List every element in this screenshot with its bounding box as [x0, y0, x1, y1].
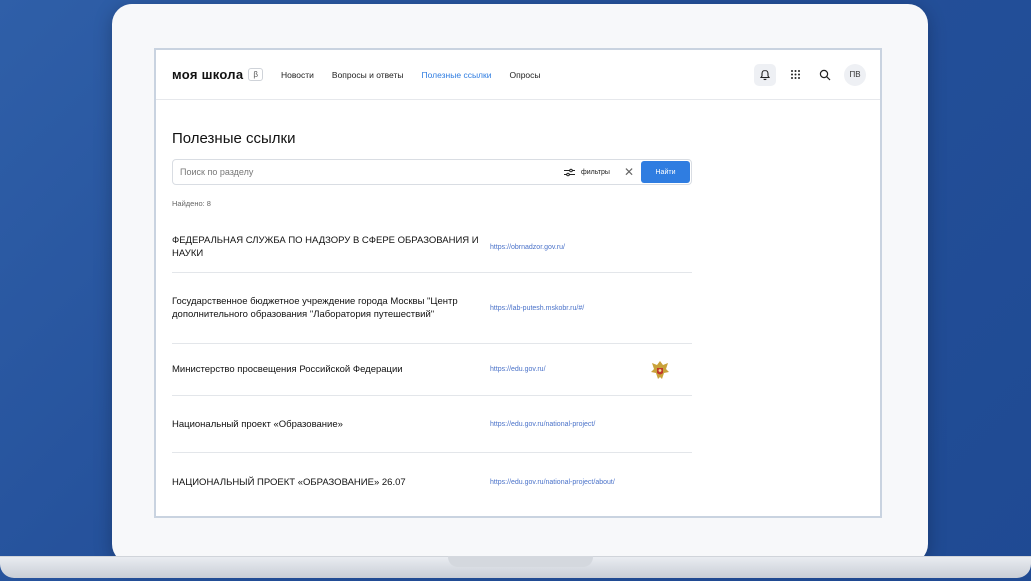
link-title: Национальный проект «Образование» — [172, 418, 343, 430]
app-screen: моя школа β Новости Вопросы и ответы Пол… — [154, 48, 882, 518]
logo-text: моя школа — [172, 67, 244, 82]
link-title: ФЕДЕРАЛЬНАЯ СЛУЖБА ПО НАДЗОРУ В СФЕРЕ ОБ… — [172, 235, 479, 259]
nav-faq[interactable]: Вопросы и ответы — [332, 70, 404, 80]
filter-icon — [563, 168, 575, 176]
link-title: НАЦИОНАЛЬНЫЙ ПРОЕКТ «ОБРАЗОВАНИЕ» 26.07 — [172, 476, 406, 488]
nav-polls[interactable]: Опросы — [509, 70, 540, 80]
search-input[interactable] — [180, 167, 564, 177]
main-content: Полезные ссылки фильтры ✕ Найти Найдено:… — [156, 100, 880, 511]
link-url[interactable]: https://edu.gov.ru/national-project/ — [490, 419, 640, 430]
nav-useful-links[interactable]: Полезные ссылки — [422, 70, 492, 80]
link-url[interactable]: https://obrnadzor.gov.ru/ — [490, 242, 640, 253]
link-url[interactable]: https://edu.gov.ru/ — [490, 364, 640, 375]
page-title: Полезные ссылки — [172, 130, 296, 147]
beta-badge: β — [248, 68, 263, 81]
search-bar: фильтры ✕ Найти — [172, 159, 692, 185]
list-item: НАЦИОНАЛЬНЫЙ ПРОЕКТ «ОБРАЗОВАНИЕ» 26.07 … — [172, 453, 692, 511]
top-bar: моя школа β Новости Вопросы и ответы Пол… — [156, 50, 880, 100]
nav-news[interactable]: Новости — [281, 70, 314, 80]
link-title: Министерство просвещения Российской Феде… — [172, 364, 403, 375]
link-url[interactable]: https://lab-putesh.mskobr.ru/#/ — [490, 303, 640, 314]
search-icon[interactable] — [814, 64, 836, 86]
main-nav: Новости Вопросы и ответы Полезные ссылки… — [281, 70, 541, 80]
apps-grid-icon[interactable] — [784, 64, 806, 86]
find-button[interactable]: Найти — [641, 161, 690, 183]
link-title: Государственное бюджетное учреждение гор… — [172, 296, 458, 320]
logo[interactable]: моя школа β — [172, 67, 263, 82]
filter-label: фильтры — [580, 168, 610, 176]
header-actions: ПВ — [754, 63, 866, 86]
list-item: Национальный проект «Образование» https:… — [172, 396, 692, 453]
close-icon[interactable]: ✕ — [624, 166, 634, 178]
laptop-notch — [448, 556, 593, 567]
link-url[interactable]: https://edu.gov.ru/national-project/abou… — [490, 477, 640, 488]
bell-icon[interactable] — [754, 63, 776, 86]
emblem-icon — [640, 359, 680, 381]
list-item: ФЕДЕРАЛЬНАЯ СЛУЖБА ПО НАДЗОРУ В СФЕРЕ ОБ… — [172, 222, 692, 273]
found-count: Найдено: 8 — [172, 199, 211, 208]
avatar[interactable]: ПВ — [844, 63, 866, 86]
links-list: ФЕДЕРАЛЬНАЯ СЛУЖБА ПО НАДЗОРУ В СФЕРЕ ОБ… — [172, 222, 692, 511]
filter-button[interactable]: фильтры — [563, 168, 610, 177]
list-item: Министерство просвещения Российской Феде… — [172, 344, 692, 396]
list-item: Государственное бюджетное учреждение гор… — [172, 273, 692, 344]
